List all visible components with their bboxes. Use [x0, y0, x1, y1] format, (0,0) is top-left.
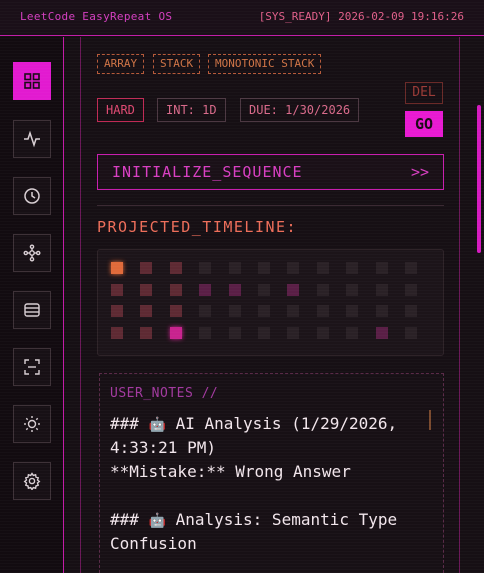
nav-theme-button[interactable]: [13, 405, 51, 443]
nav-graph-button[interactable]: [13, 234, 51, 272]
timeline-cell: [199, 283, 212, 296]
timeline-cell: [140, 326, 153, 339]
timeline-cell: [375, 262, 388, 274]
nav-settings-button[interactable]: [13, 462, 51, 500]
timeline-cell: [375, 305, 388, 317]
timeline-cell: [405, 262, 417, 274]
section-divider: [97, 205, 444, 206]
timeline-cell: [316, 305, 329, 317]
timeline-cell: [258, 262, 270, 274]
timeline-cell: [316, 262, 329, 274]
note-line: 4:33:21 PM): [110, 438, 216, 457]
go-button[interactable]: GO: [405, 111, 443, 137]
activity-icon: [24, 130, 40, 148]
timeline-cell: [346, 283, 359, 296]
robot-icon: 🤖: [148, 513, 166, 529]
robot-icon: 🤖: [148, 417, 166, 433]
timeline-cell: [169, 262, 182, 274]
tag-monotonic-stack[interactable]: MONOTONIC STACK: [208, 54, 322, 74]
timeline-cell: [199, 262, 212, 274]
difficulty-badge: HARD: [97, 98, 144, 122]
timeline-cell: [169, 305, 182, 317]
double-chevron-icon: >>: [410, 163, 429, 181]
timeline-cell: [111, 326, 123, 339]
timeline-cell: [287, 326, 300, 339]
sidebar: [0, 37, 64, 573]
timeline-cell: [346, 262, 359, 274]
nav-activity-button[interactable]: [13, 120, 51, 158]
nav-history-button[interactable]: [13, 177, 51, 215]
timeline-cell: [316, 283, 329, 296]
user-notes-panel[interactable]: USER_NOTES // ### 🤖 AI Analysis (1/29/20…: [99, 373, 444, 573]
timeline-cell: [199, 326, 212, 339]
timeline-cell: [346, 326, 359, 339]
timeline-cell: [375, 283, 388, 296]
notes-heading: USER_NOTES //: [110, 386, 219, 401]
timeline-title: PROJECTED_TIMELINE:: [97, 218, 298, 236]
tag-stack[interactable]: STACK: [153, 54, 201, 74]
note-line: ### 🤖 Analysis: Semantic Type: [110, 510, 398, 529]
timeline-cell: [111, 283, 123, 296]
timeline-cell: [228, 283, 241, 296]
timeline-cell: [140, 262, 153, 274]
delete-button[interactable]: DEL: [405, 82, 443, 104]
timeline-cell: [228, 262, 241, 274]
nav-scan-button[interactable]: [13, 348, 51, 386]
tag-array[interactable]: ARRAY: [97, 54, 145, 74]
system-status: [SYS_READY] 2026-02-09 19:16:26: [258, 10, 464, 23]
timeline-cell: [228, 326, 241, 339]
timeline-cell: [228, 305, 241, 317]
interval-badge: INT: 1D: [157, 98, 226, 122]
timeline-cell: [258, 283, 270, 296]
network-icon: [23, 244, 41, 262]
database-icon: [24, 303, 40, 317]
timeline-cell: [169, 283, 182, 296]
timeline-cell: [405, 283, 417, 296]
scan-icon: [24, 359, 40, 375]
timeline-cell: [316, 326, 329, 339]
note-line: **Mistake:** Wrong Answer: [110, 462, 351, 481]
projected-timeline-grid: [97, 249, 444, 356]
timeline-cell: [258, 305, 270, 317]
content-border-right: [459, 37, 460, 573]
timeline-cell: [140, 305, 153, 317]
app-title: LeetCode EasyRepeat OS: [20, 10, 173, 23]
due-date-badge: DUE: 1/30/2026: [240, 98, 360, 122]
timeline-cell: [111, 262, 123, 274]
timeline-cell: [287, 262, 300, 274]
sun-icon: [24, 416, 40, 432]
timeline-cell: [287, 283, 300, 296]
gear-icon: [23, 472, 41, 490]
grid-icon: [24, 73, 40, 89]
clock-icon: [24, 188, 40, 204]
timeline-cell: [140, 283, 153, 296]
timeline-cell: [169, 326, 182, 339]
nav-dashboard-button[interactable]: [13, 62, 51, 100]
note-line: ### 🤖 AI Analysis (1/29/2026,: [110, 414, 398, 433]
timeline-cell: [199, 305, 212, 317]
scrollbar-thumb[interactable]: [477, 105, 481, 253]
timeline-cell: [111, 305, 123, 317]
timeline-cell: [405, 305, 417, 317]
timeline-cell: [287, 305, 300, 317]
initialize-label: INITIALIZE_SEQUENCE: [112, 163, 303, 181]
timeline-cell: [346, 305, 359, 317]
timeline-cell: [375, 326, 388, 339]
timeline-cell: [258, 326, 270, 339]
initialize-sequence-button[interactable]: INITIALIZE_SEQUENCE >>: [97, 154, 444, 190]
nav-database-button[interactable]: [13, 291, 51, 329]
text-cursor: [429, 410, 431, 430]
content-border-left: [80, 37, 81, 573]
timeline-cell: [405, 326, 417, 339]
title-bar: LeetCode EasyRepeat OS [SYS_READY] 2026-…: [0, 0, 484, 36]
note-line: Confusion: [110, 534, 197, 553]
